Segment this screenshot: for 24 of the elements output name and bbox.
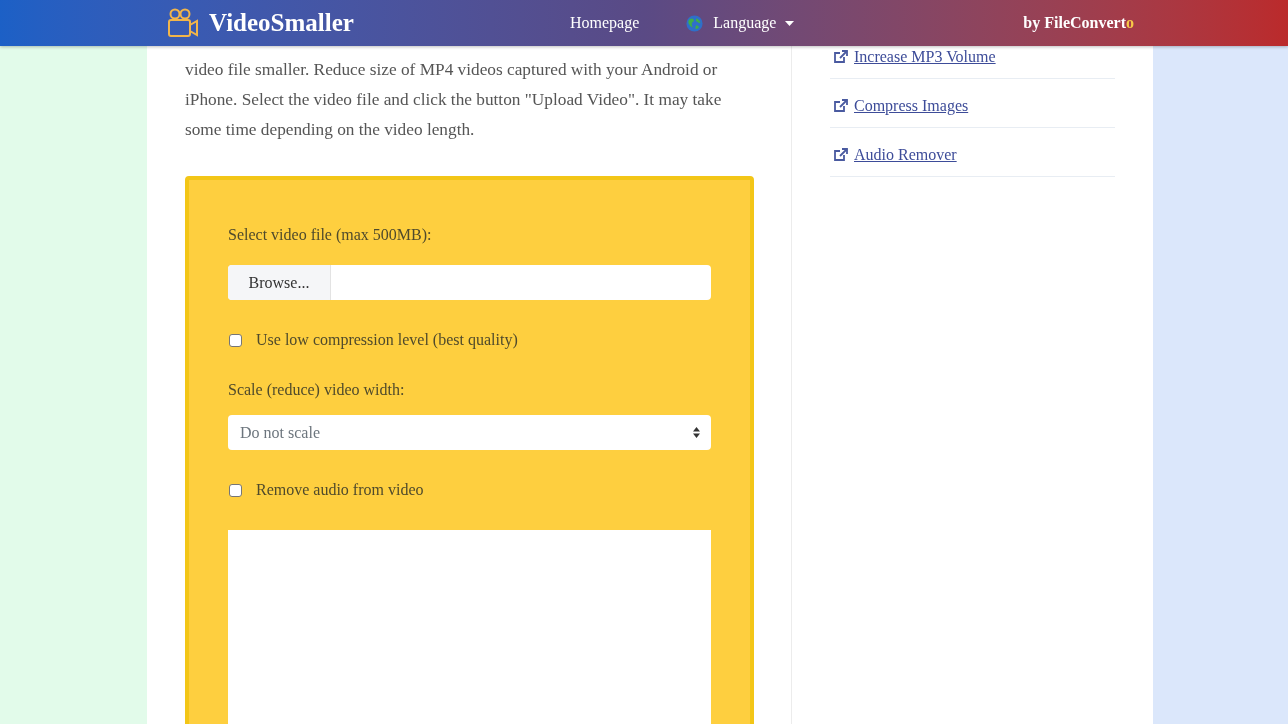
site-logo-text[interactable]: VideoSmaller [209, 4, 354, 42]
checkbox-label: Use low compression level (best quality) [256, 330, 518, 351]
external-link-icon [833, 148, 848, 162]
sidebar-link[interactable]: Increase MP3 Volume [830, 46, 996, 68]
checkbox[interactable] [229, 333, 242, 347]
external-link-icon [833, 99, 848, 113]
caret-icon [785, 20, 795, 26]
file-input-field[interactable]: Browse... [228, 265, 711, 300]
sidebar-link[interactable]: Compress Images [830, 95, 969, 117]
field-label: Scale (reduce) video width: [228, 380, 405, 401]
up-down-caret-icon [693, 427, 700, 438]
sidebar-link[interactable]: Audio Remover [830, 144, 957, 166]
nav-link[interactable]: Homepage [570, 11, 640, 35]
checkbox-label: Remove audio from video [256, 480, 424, 500]
intro-paragraph: video file smaller. Reduce size of MP4 videos captured with your Android or iPhone. Select the video file and click the button "Upload Video". It may take some time depending on the video length. [185, 59, 723, 141]
field-label: Select video file (max 500MB): [228, 225, 432, 246]
language-dropdown[interactable]: Language [713, 11, 795, 35]
brand-link[interactable]: by FileConverto [1023, 11, 1134, 35]
video-camera-icon [167, 8, 199, 38]
external-link-icon [833, 50, 848, 64]
globe-icon [686, 14, 704, 32]
select-field[interactable]: Do not scale [228, 415, 711, 450]
checkbox[interactable] [229, 483, 242, 497]
browse-button[interactable]: Browse... [228, 265, 331, 300]
